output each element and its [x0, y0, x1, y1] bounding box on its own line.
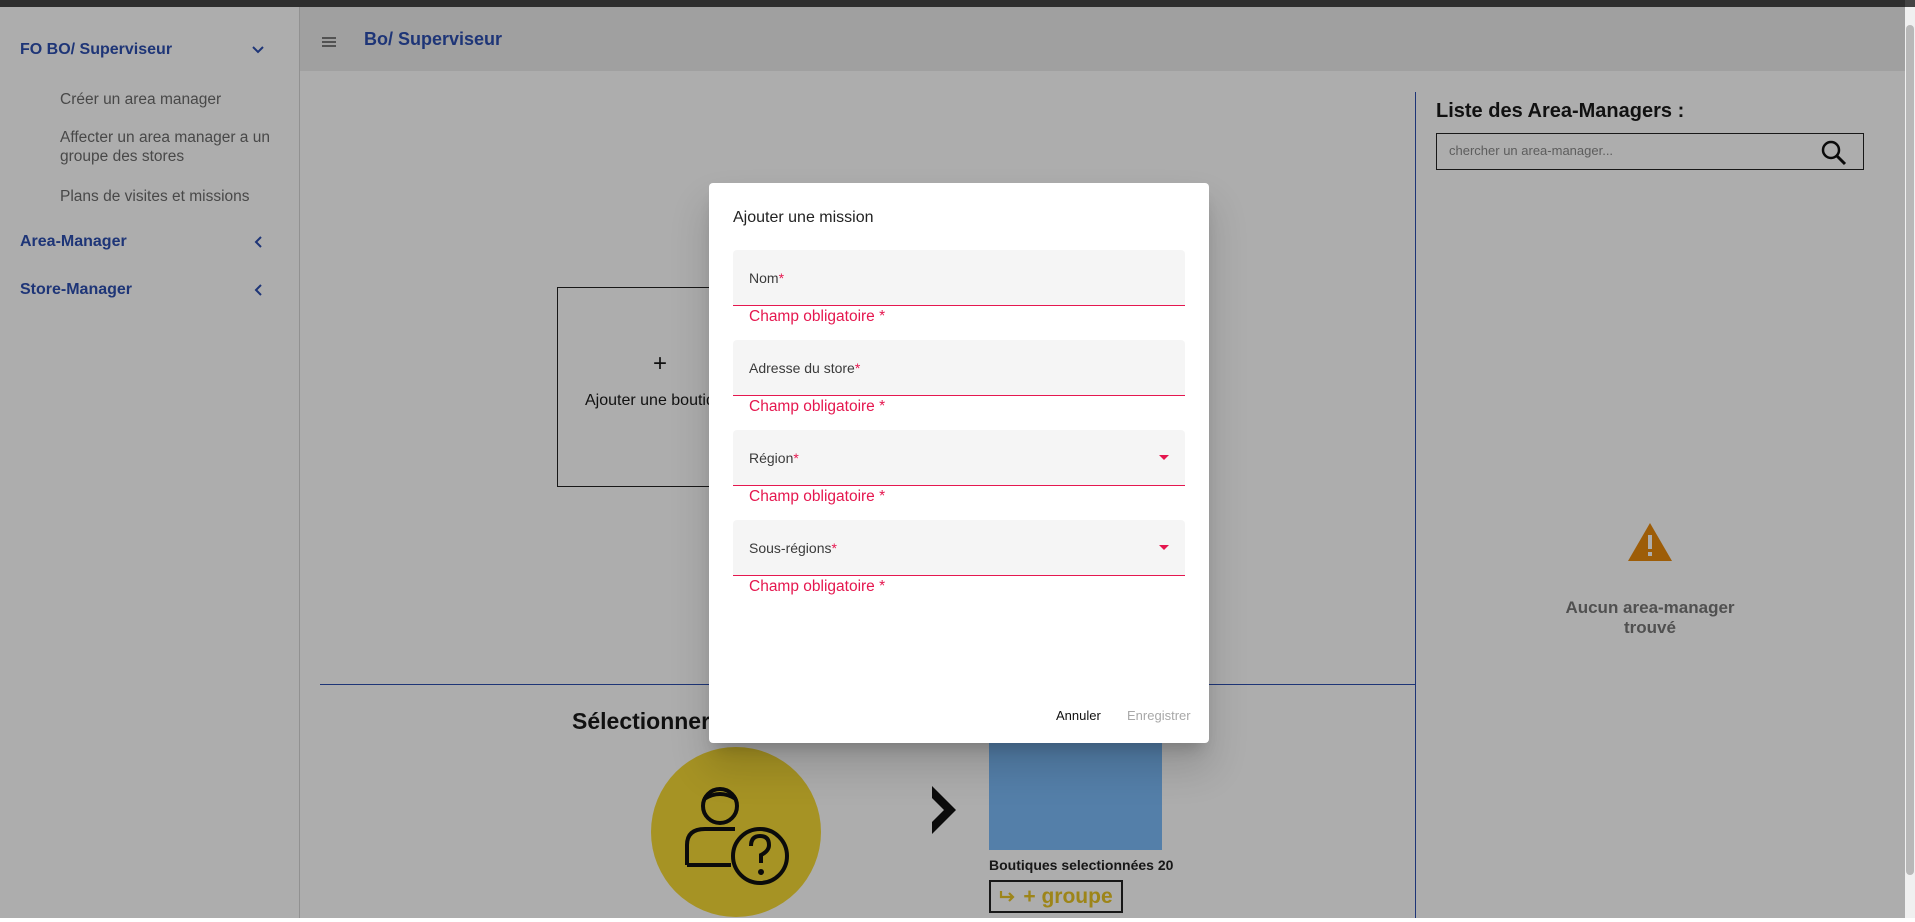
field-label: Sous-régions* — [749, 540, 837, 556]
add-mission-dialog: Ajouter une mission Nom* Champ obligatoi… — [709, 183, 1209, 743]
name-error: Champ obligatoire * — [749, 308, 886, 325]
cancel-button[interactable]: Annuler — [1056, 708, 1101, 723]
name-field[interactable]: Nom* — [733, 250, 1185, 306]
field-label: Région* — [749, 450, 799, 466]
scrollbar[interactable] — [1905, 7, 1915, 918]
scrollbar-thumb[interactable] — [1906, 25, 1914, 875]
region-error: Champ obligatoire * — [749, 488, 886, 505]
store-address-field[interactable]: Adresse du store* — [733, 340, 1185, 396]
dialog-title: Ajouter une mission — [733, 209, 874, 226]
sub-regions-error: Champ obligatoire * — [749, 578, 886, 595]
field-label: Adresse du store* — [749, 360, 861, 376]
dropdown-arrow-icon — [1159, 455, 1169, 460]
field-label: Nom* — [749, 270, 785, 286]
sub-regions-select[interactable]: Sous-régions* — [733, 520, 1185, 576]
store-address-error: Champ obligatoire * — [749, 398, 886, 415]
save-button[interactable]: Enregistrer — [1127, 708, 1191, 723]
region-select[interactable]: Région* — [733, 430, 1185, 486]
dropdown-arrow-icon — [1159, 545, 1169, 550]
